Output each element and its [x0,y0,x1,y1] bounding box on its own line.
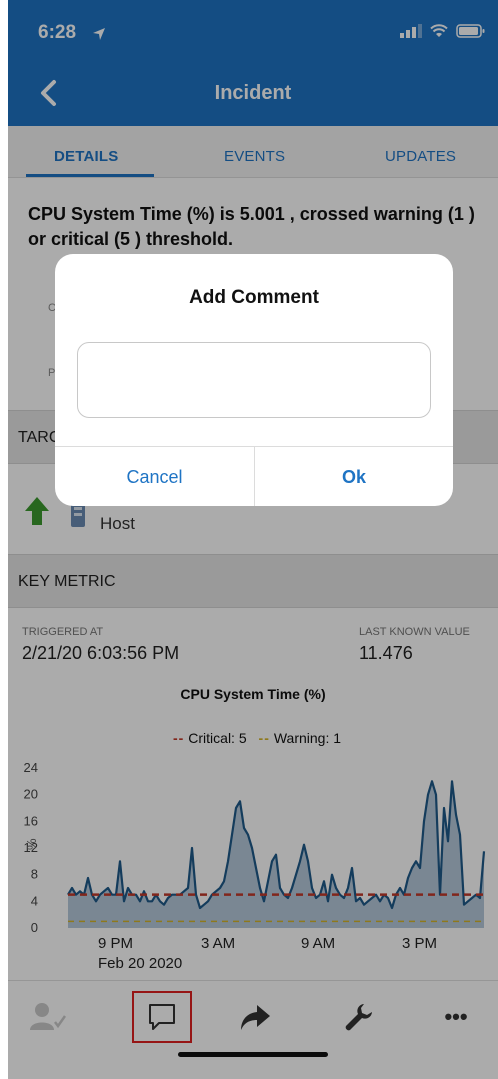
cancel-button[interactable]: Cancel [55,447,254,506]
incident-screen: 6:28 Incident DETAILS EVENTS UPDATES CPU… [8,0,498,1079]
dialog-title: Add Comment [189,287,319,308]
modal-overlay [8,0,498,1079]
ok-button[interactable]: Ok [254,447,453,506]
add-comment-dialog: Add Comment Cancel Ok [55,254,453,506]
comment-input[interactable] [77,342,431,418]
dialog-actions: Cancel Ok [55,446,453,506]
